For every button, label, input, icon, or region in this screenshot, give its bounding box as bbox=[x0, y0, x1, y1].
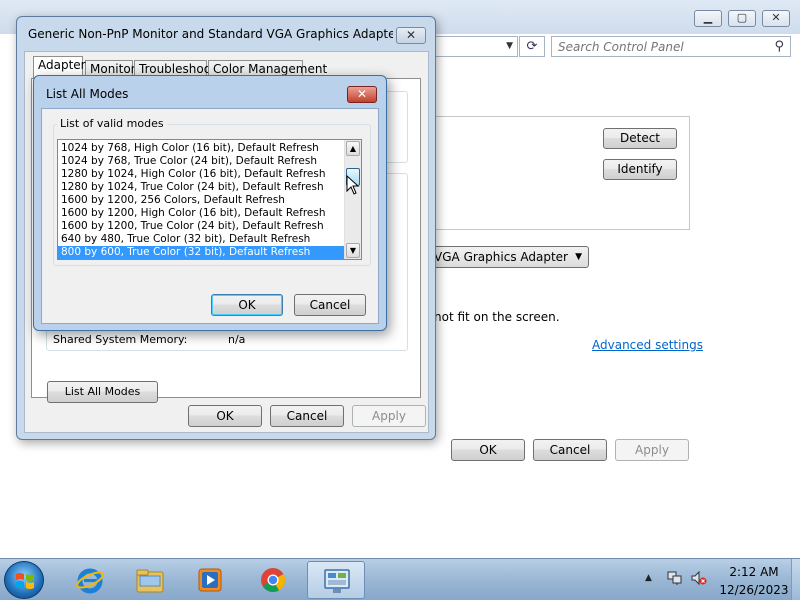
volume-muted-icon[interactable] bbox=[691, 570, 707, 586]
list-item[interactable]: 1600 by 1200, High Color (16 bit), Defau… bbox=[58, 207, 344, 220]
list-all-modes-button[interactable]: List All Modes bbox=[47, 381, 158, 403]
list-all-modes-dialog: List All Modes ✕ List of valid modes 102… bbox=[33, 75, 387, 331]
close-button[interactable]: ✕ bbox=[396, 27, 426, 44]
list-item[interactable]: 1280 by 1024, True Color (24 bit), Defau… bbox=[58, 181, 344, 194]
ok-button[interactable]: OK bbox=[211, 294, 283, 316]
modes-items: 1024 by 768, High Color (16 bit), Defaul… bbox=[58, 142, 344, 259]
windows-explorer-icon bbox=[136, 569, 164, 593]
list-item[interactable]: 1600 by 1200, True Color (24 bit), Defau… bbox=[58, 220, 344, 233]
list-item-selected[interactable]: 800 by 600, True Color (32 bit), Default… bbox=[58, 246, 344, 259]
cancel-button[interactable]: Cancel bbox=[294, 294, 366, 316]
shared-memory-value: n/a bbox=[228, 333, 246, 346]
identify-button[interactable]: Identify bbox=[603, 159, 677, 180]
list-item[interactable]: 1024 by 768, High Color (16 bit), Defaul… bbox=[58, 142, 344, 155]
chrome-icon bbox=[261, 568, 286, 593]
taskbar-windows-explorer[interactable] bbox=[121, 561, 179, 599]
scroll-down-icon[interactable]: ▼ bbox=[346, 243, 360, 258]
dialog-body: List of valid modes 1024 by 768, High Co… bbox=[41, 108, 379, 324]
minimize-button[interactable]: ▁ bbox=[694, 10, 722, 27]
scroll-up-icon[interactable]: ▲ bbox=[346, 141, 360, 156]
search-input[interactable] bbox=[552, 37, 762, 56]
list-item[interactable]: 1280 by 1024, High Color (16 bit), Defau… bbox=[58, 168, 344, 181]
maximize-button[interactable]: ▢ bbox=[728, 10, 756, 27]
shared-memory-label: Shared System Memory: bbox=[53, 333, 188, 346]
media-player-icon bbox=[198, 568, 222, 592]
show-hidden-icons-icon[interactable]: ▲ bbox=[645, 573, 652, 583]
internet-explorer-icon bbox=[76, 568, 104, 594]
clock-time[interactable]: 2:12 AM bbox=[718, 565, 790, 579]
search-icon[interactable]: ⚲ bbox=[774, 39, 784, 54]
taskbar: ▲ 2:12 AM 12/26/2023 bbox=[0, 558, 800, 600]
taskbar-internet-explorer[interactable] bbox=[61, 561, 119, 599]
list-item[interactable]: 1024 by 768, True Color (24 bit), Defaul… bbox=[58, 155, 344, 168]
modes-listbox[interactable]: 1024 by 768, High Color (16 bit), Defaul… bbox=[57, 139, 362, 260]
close-button[interactable]: ✕ bbox=[347, 86, 377, 103]
control-panel-icon bbox=[324, 569, 350, 593]
refresh-icon[interactable]: ⟳ bbox=[519, 36, 545, 57]
windows-logo-icon bbox=[16, 573, 34, 589]
apply-button: Apply bbox=[615, 439, 689, 461]
advanced-settings-link[interactable]: Advanced settings bbox=[592, 338, 703, 352]
display-select-value: rd VGA Graphics Adapter bbox=[417, 250, 568, 264]
apply-button: Apply bbox=[352, 405, 426, 427]
vertical-scrollbar[interactable]: ▲ ▼ bbox=[344, 140, 361, 259]
chevron-down-icon[interactable]: ▼ bbox=[506, 41, 513, 51]
cancel-button[interactable]: Cancel bbox=[533, 439, 607, 461]
dialog-title: Generic Non-PnP Monitor and Standard VGA… bbox=[28, 27, 393, 41]
mouse-cursor-icon bbox=[346, 175, 360, 195]
close-button[interactable]: ✕ bbox=[762, 10, 790, 27]
group-label: List of valid modes bbox=[57, 117, 167, 130]
show-desktop-button[interactable] bbox=[791, 559, 800, 600]
start-button[interactable] bbox=[4, 561, 44, 599]
taskbar-control-panel[interactable] bbox=[307, 561, 365, 599]
list-item[interactable]: 640 by 480, True Color (32 bit), Default… bbox=[58, 233, 344, 246]
ok-button[interactable]: OK bbox=[188, 405, 262, 427]
taskbar-chrome[interactable] bbox=[244, 561, 302, 599]
dialog-title: List All Modes bbox=[46, 87, 129, 101]
search-box[interactable]: ⚲ bbox=[551, 36, 791, 57]
chevron-down-icon: ▼ bbox=[575, 252, 582, 262]
ok-button[interactable]: OK bbox=[451, 439, 525, 461]
clock-date[interactable]: 12/26/2023 bbox=[718, 583, 790, 597]
list-item[interactable]: 1600 by 1200, 256 Colors, Default Refres… bbox=[58, 194, 344, 207]
detect-button[interactable]: Detect bbox=[603, 128, 677, 149]
network-icon[interactable] bbox=[667, 570, 683, 586]
fit-warning-text: not fit on the screen. bbox=[434, 310, 560, 324]
taskbar-media-player[interactable] bbox=[181, 561, 239, 599]
cancel-button[interactable]: Cancel bbox=[270, 405, 344, 427]
